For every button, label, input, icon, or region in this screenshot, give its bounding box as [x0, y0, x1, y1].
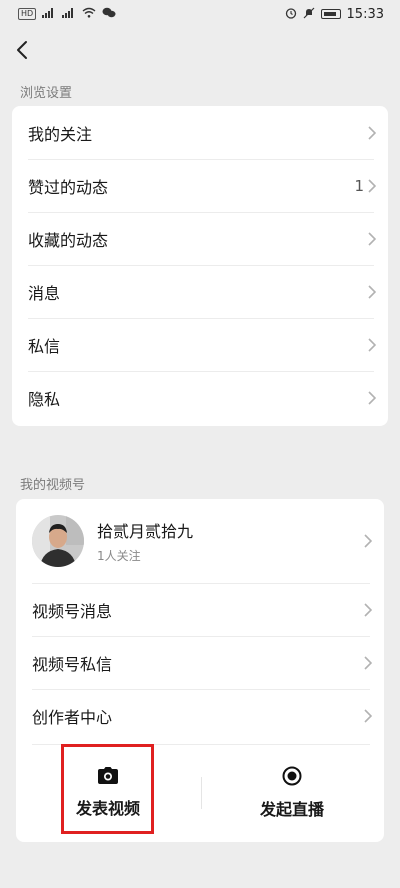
chevron-right-icon: [368, 125, 376, 140]
channel-profile-row[interactable]: 拾贰月贰拾九 1人关注: [16, 499, 384, 583]
my-channels-title: 我的视频号: [20, 478, 86, 493]
row-label: 视频号私信: [32, 654, 113, 674]
status-time: 15:33: [346, 6, 384, 22]
chevron-right-icon: [364, 708, 372, 723]
list-item-channel-private-messages[interactable]: 视频号私信: [16, 636, 384, 689]
chevron-right-icon: [368, 231, 376, 246]
list-item-following[interactable]: 我的关注: [12, 106, 388, 159]
avatar: [32, 515, 84, 567]
row-label: 赞过的动态: [28, 177, 109, 197]
status-bar: HD 15:33: [0, 0, 400, 28]
row-label: 消息: [28, 283, 61, 303]
list-item-favorited-posts[interactable]: 收藏的动态: [12, 212, 388, 265]
chevron-right-icon: [368, 178, 376, 193]
wifi-icon: [82, 7, 96, 21]
follow-count: 1人关注: [97, 549, 141, 563]
wechat-icon: [102, 7, 116, 21]
row-label: 收藏的动态: [28, 230, 109, 250]
profile-name: 拾贰月贰拾九: [97, 522, 194, 541]
live-record-icon: [282, 766, 302, 786]
browse-settings-card: 我的关注 赞过的动态 1 收藏的动态 消息 私信 隐私: [12, 106, 388, 426]
chevron-right-icon: [364, 534, 372, 548]
status-right: 15:33: [285, 7, 384, 22]
row-label: 我的关注: [28, 124, 93, 144]
liked-count: 1: [354, 176, 364, 195]
row-label: 视频号消息: [32, 601, 113, 621]
row-label: 私信: [28, 336, 61, 356]
back-button[interactable]: [10, 38, 34, 62]
chevron-right-icon: [364, 655, 372, 670]
list-item-liked-posts[interactable]: 赞过的动态 1: [12, 159, 388, 212]
start-live-button[interactable]: 发起直播: [200, 744, 384, 842]
signal-icon: [42, 7, 56, 21]
profile-info: 拾贰月贰拾九 1人关注: [97, 518, 193, 564]
chevron-right-icon: [368, 337, 376, 352]
list-item-channel-messages[interactable]: 视频号消息: [16, 583, 384, 636]
battery-icon: [320, 9, 341, 19]
chevron-right-icon: [368, 284, 376, 299]
signal-icon-2: [62, 7, 76, 21]
list-item-privacy[interactable]: 隐私: [12, 371, 388, 424]
chevron-left-icon: [17, 41, 27, 59]
list-item-messages[interactable]: 消息: [12, 265, 388, 318]
browse-settings-title: 浏览设置: [20, 86, 73, 101]
action-divider: [201, 777, 202, 809]
row-label: 隐私: [28, 389, 61, 409]
status-left: HD: [18, 7, 116, 21]
hd-badge: HD: [18, 8, 37, 20]
list-item-private-messages[interactable]: 私信: [12, 318, 388, 371]
highlight-box: [61, 744, 154, 834]
chevron-right-icon: [368, 390, 376, 405]
row-label: 创作者中心: [32, 707, 113, 727]
alarm-icon: [285, 7, 297, 22]
start-live-label: 发起直播: [259, 800, 324, 819]
chevron-right-icon: [364, 602, 372, 617]
mute-icon: [303, 7, 315, 22]
list-item-creator-center[interactable]: 创作者中心: [16, 689, 384, 742]
